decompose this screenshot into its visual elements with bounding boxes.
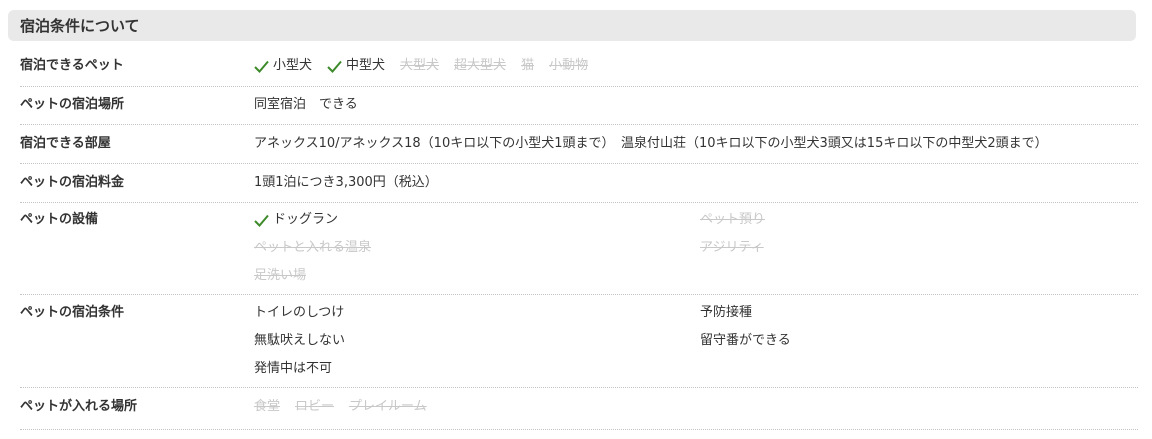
row-value: 同室宿泊 できる — [254, 97, 358, 112]
row-label: ペットの設備 — [20, 212, 99, 227]
row-value: アネックス10/アネックス18（10キロ以下の小型犬1頭まで） 温泉付山荘（10… — [254, 136, 1048, 151]
pet-type-small-dog: 小型犬 — [254, 58, 312, 74]
row-facilities: ペットの設備 ドッグラン ペット預り ペットと入れる温泉 アジリティ 足洗い場 — [20, 212, 1138, 295]
row-fee: ペットの宿泊料金 1頭1泊につき3,300円（税込） — [20, 175, 1138, 203]
stay-conditions-section: 宿泊条件について 宿泊できるペット 小型犬 中型犬 大型犬 超大型犬 猫 小動物… — [0, 0, 1152, 439]
row-allowed-places: ペットが入れる場所 食堂 ロビー プレイルーム — [20, 399, 1138, 430]
check-icon — [254, 60, 269, 73]
check-icon — [327, 60, 342, 73]
tag-label: 小型犬 — [273, 58, 313, 73]
facility-foot-wash: 足洗い場 — [254, 268, 307, 283]
row-pet-types: 宿泊できるペット 小型犬 中型犬 大型犬 超大型犬 猫 小動物 — [20, 58, 1138, 87]
pet-type-large-dog: 大型犬 — [400, 58, 440, 73]
row-label: ペットが入れる場所 — [20, 399, 138, 414]
pet-type-tags: 小型犬 中型犬 大型犬 超大型犬 猫 小動物 — [254, 58, 1138, 74]
condition-list: トイレのしつけ 予防接種 無駄吠えしない 留守番ができる 発情中は不可 — [254, 305, 1152, 385]
pet-type-cat: 猫 — [521, 58, 535, 73]
check-icon — [254, 214, 269, 227]
row-label: 宿泊できる部屋 — [20, 136, 111, 151]
condition-toilet-training: トイレのしつけ — [254, 305, 345, 320]
pet-type-small-animal: 小動物 — [549, 58, 589, 73]
row-label: ペットの宿泊場所 — [20, 97, 125, 112]
facility-label: ドッグラン — [273, 212, 339, 227]
facility-agility: アジリティ — [700, 240, 764, 255]
row-label: ペットの宿泊料金 — [20, 175, 125, 190]
row-value: 1頭1泊につき3,300円（税込） — [254, 175, 438, 190]
facility-pet-hot-spring: ペットと入れる温泉 — [254, 240, 372, 255]
condition-no-barking: 無駄吠えしない — [254, 333, 346, 348]
facility-list: ドッグラン ペット預り ペットと入れる温泉 アジリティ 足洗い場 — [254, 212, 1152, 292]
row-conditions: ペットの宿泊条件 トイレのしつけ 予防接種 無駄吠えしない 留守番ができる 発情… — [20, 305, 1138, 388]
section-title: 宿泊条件について — [8, 10, 1136, 41]
row-rooms: 宿泊できる部屋 アネックス10/アネックス18（10キロ以下の小型犬1頭まで） … — [20, 136, 1138, 164]
tag-label: 中型犬 — [346, 58, 386, 73]
pet-type-extra-large-dog: 超大型犬 — [454, 58, 507, 73]
condition-vaccination: 予防接種 — [700, 305, 753, 320]
pet-type-medium-dog: 中型犬 — [327, 58, 385, 74]
condition-stay-alone: 留守番ができる — [700, 333, 791, 348]
facility-dog-run: ドッグラン — [254, 212, 338, 228]
place-playroom: プレイルーム — [349, 399, 427, 414]
condition-no-heat: 発情中は不可 — [254, 361, 333, 376]
facility-pet-sitting: ペット預り — [700, 212, 766, 227]
allowed-place-tags: 食堂 ロビー プレイルーム — [254, 399, 1138, 415]
row-location: ペットの宿泊場所 同室宿泊 できる — [20, 97, 1138, 125]
place-dining: 食堂 — [254, 399, 281, 414]
place-lobby: ロビー — [295, 399, 335, 414]
row-label: 宿泊できるペット — [20, 58, 124, 73]
row-label: ペットの宿泊条件 — [20, 305, 125, 320]
